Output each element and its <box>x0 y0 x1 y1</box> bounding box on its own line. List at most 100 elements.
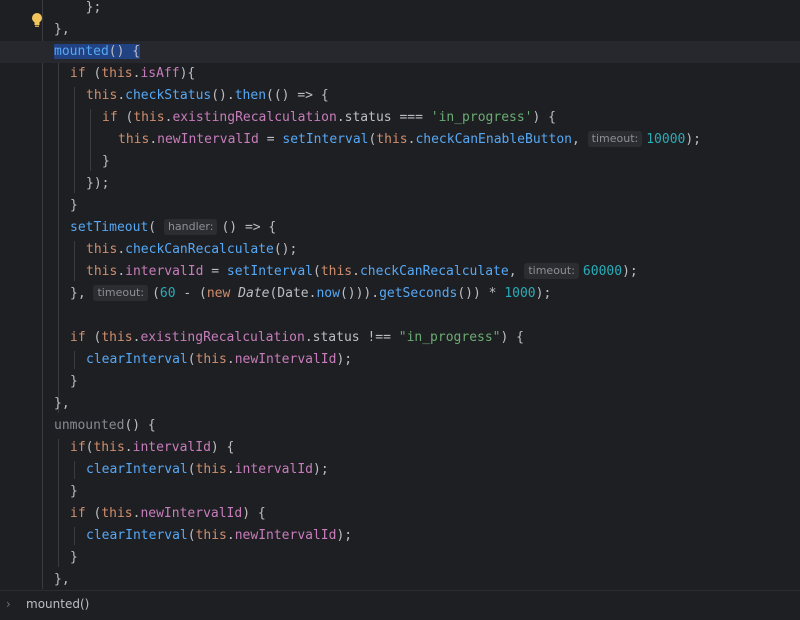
code-token: ( <box>85 66 102 81</box>
code-token: if <box>70 506 86 521</box>
code-text: }); <box>86 173 109 195</box>
code-line[interactable]: this.checkStatus().then(() => { <box>0 85 800 107</box>
code-token: this <box>133 110 165 125</box>
chevron-right-icon: › <box>6 597 11 611</box>
code-token: newIntervalId <box>157 132 259 147</box>
code-line[interactable]: if (this.newIntervalId) { <box>0 503 800 525</box>
code-line[interactable]: } <box>0 151 800 173</box>
code-line[interactable]: this.newIntervalId = setInterval(this.ch… <box>0 129 800 151</box>
code-token: mounted <box>54 44 109 59</box>
code-token: this <box>101 330 133 345</box>
code-token: ); <box>313 462 329 477</box>
code-token: ) { <box>242 506 266 521</box>
code-line[interactable]: }, timeout: (60 - (new Date(Date.now())).… <box>0 283 800 305</box>
code-line[interactable]: if (this.existingRecalculation.status !=… <box>0 327 800 349</box>
code-text: }, <box>54 19 70 41</box>
code-text: clearInterval(this.newIntervalId); <box>86 349 352 371</box>
code-token: ( <box>85 330 102 345</box>
code-token: }, <box>70 286 94 301</box>
code-token: .status !== <box>304 330 399 345</box>
code-token: () { <box>108 44 141 59</box>
code-token: this <box>86 264 118 279</box>
code-token: } <box>102 154 110 169</box>
code-token: unmounted <box>54 418 125 433</box>
code-text: if (this.existingRecalculation.status ==… <box>102 107 556 129</box>
code-line[interactable]: }, <box>0 569 800 590</box>
code-text: if (this.existingRecalculation.status !=… <box>70 327 524 349</box>
code-token: ); <box>535 286 552 301</box>
code-text: this.newIntervalId = setInterval(this.ch… <box>118 129 701 151</box>
code-token: checkStatus <box>125 88 212 103</box>
code-text: this.intervalId = setInterval(this.check… <box>86 261 638 283</box>
code-token: this <box>195 528 227 543</box>
code-line[interactable]: }, <box>0 393 800 415</box>
code-token: then <box>234 88 267 103</box>
code-line[interactable]: clearInterval(this.intervalId); <box>0 459 800 481</box>
code-token: ( <box>187 528 196 543</box>
code-token: new <box>206 286 239 301</box>
code-token: }); <box>86 176 110 191</box>
code-token: 60 <box>159 286 176 301</box>
parameter-hint: timeout: <box>524 263 579 279</box>
code-token: ( <box>85 506 102 521</box>
code-line[interactable]: }); <box>0 173 800 195</box>
code-line[interactable]: }; <box>0 0 800 19</box>
code-line[interactable]: clearInterval(this.newIntervalId); <box>0 525 800 547</box>
code-token: existingRecalculation <box>140 330 305 345</box>
code-editor[interactable]: };}, mounted() {if (this.isAff){this.chec… <box>0 0 800 590</box>
code-text: mounted() { <box>54 41 141 63</box>
code-line[interactable]: if (this.isAff){ <box>0 63 800 85</box>
code-text: this.checkCanRecalculate(); <box>86 239 297 261</box>
code-token: = <box>258 132 283 147</box>
code-line[interactable]: this.checkCanRecalculate(); <box>0 239 800 261</box>
code-token: . <box>352 264 360 279</box>
code-text: } <box>70 195 78 217</box>
code-token: (() => { <box>266 88 329 103</box>
code-token: ( <box>152 286 160 301</box>
code-token: ())). <box>339 286 380 301</box>
code-token: 1000 <box>504 286 536 301</box>
code-text: } <box>70 371 78 393</box>
code-token: setTimeout <box>70 220 149 235</box>
code-line[interactable]: } <box>0 195 800 217</box>
code-token: ()) * <box>457 286 505 301</box>
code-line[interactable]: if(this.intervalId) { <box>0 437 800 459</box>
code-token: this <box>93 440 125 455</box>
code-line[interactable]: } <box>0 547 800 569</box>
code-line[interactable] <box>0 305 800 327</box>
parameter-hint: timeout: <box>93 285 149 301</box>
code-line[interactable]: }, <box>0 19 800 41</box>
breadcrumb-item-mounted[interactable]: mounted() <box>26 597 89 611</box>
code-text: clearInterval(this.intervalId); <box>86 459 329 481</box>
code-token: ( <box>148 220 164 235</box>
code-line[interactable]: } <box>0 481 800 503</box>
code-token: = <box>203 264 227 279</box>
code-token: . <box>117 88 126 103</box>
code-line[interactable]: } <box>0 371 800 393</box>
code-token: this <box>101 506 133 521</box>
code-token: ( <box>117 110 134 125</box>
code-token: this <box>101 66 133 81</box>
code-line[interactable]: unmounted() { <box>0 415 800 437</box>
code-line[interactable]: setTimeout( handler:() => { <box>0 217 800 239</box>
code-token: newIntervalId <box>234 528 337 543</box>
code-line[interactable]: mounted() { <box>0 41 800 63</box>
code-token: ) { <box>210 440 235 455</box>
code-token: , <box>508 264 525 279</box>
code-token: ) { <box>532 110 556 125</box>
code-line[interactable]: if (this.existingRecalculation.status ==… <box>0 107 800 129</box>
code-token: () => { <box>221 220 277 235</box>
code-text: }, <box>54 393 70 415</box>
code-token: 10000 <box>646 132 686 147</box>
code-token: } <box>70 550 78 565</box>
code-token: this <box>86 88 118 103</box>
code-token: (Date. <box>269 286 317 301</box>
code-token: } <box>70 198 78 213</box>
code-line[interactable]: this.intervalId = setInterval(this.check… <box>0 261 800 283</box>
code-token: now <box>316 286 340 301</box>
code-token: .status === <box>336 110 431 125</box>
code-token: . <box>117 242 126 257</box>
code-line[interactable]: clearInterval(this.newIntervalId); <box>0 349 800 371</box>
code-token: . <box>226 462 235 477</box>
code-text: }, <box>54 569 70 590</box>
